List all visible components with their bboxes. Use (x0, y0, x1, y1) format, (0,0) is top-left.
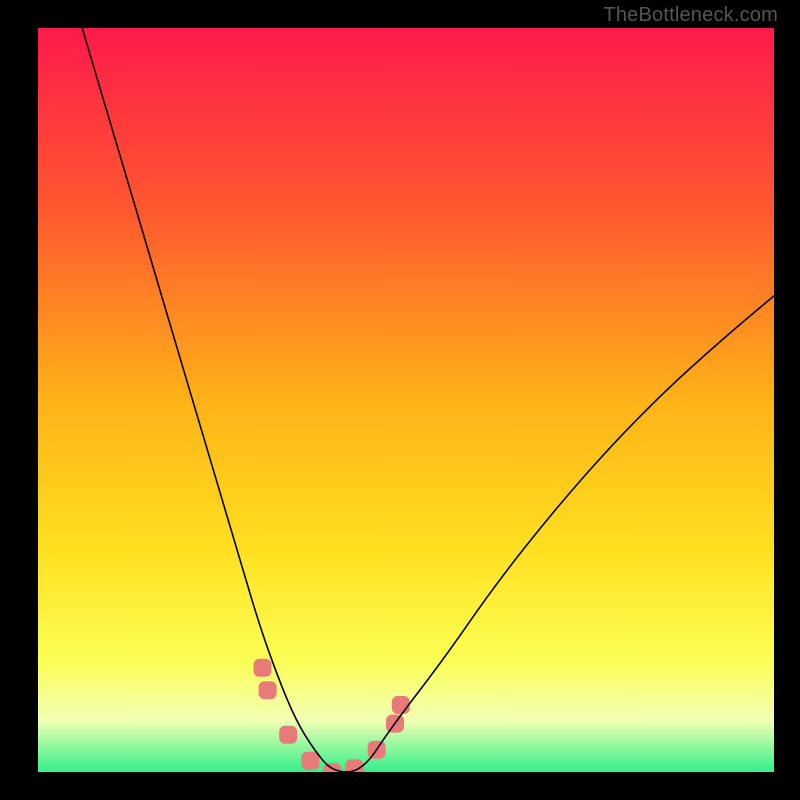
watermark-text: TheBottleneck.com (603, 4, 778, 27)
marker-point (301, 752, 319, 770)
marker-point (392, 696, 410, 714)
bottleneck-curve-path (82, 28, 774, 772)
marker-point (279, 726, 297, 744)
marker-point (254, 659, 272, 677)
marker-point (259, 681, 277, 699)
chart-frame: TheBottleneck.com (0, 0, 800, 800)
chart-overlay (38, 28, 774, 772)
